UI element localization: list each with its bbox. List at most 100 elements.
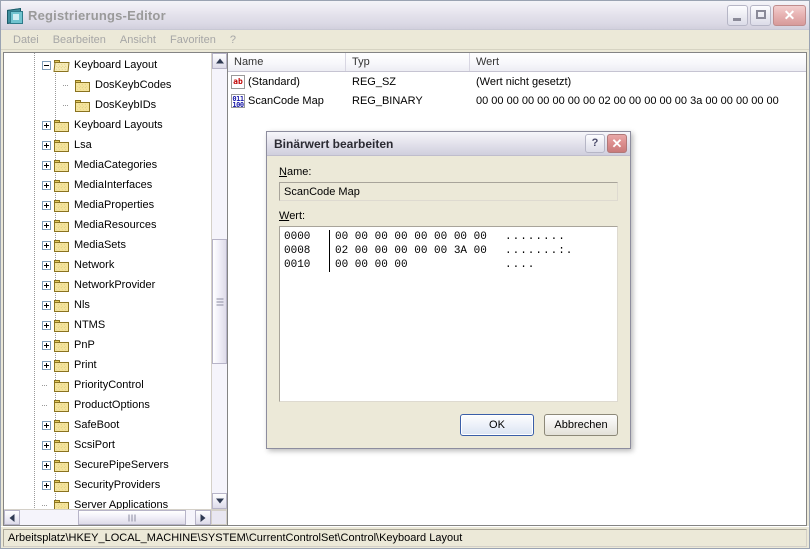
tree-item-label: Keyboard Layout [74,59,158,71]
hex-bytes[interactable]: 02 00 00 00 00 00 3A 00 [335,244,505,258]
expand-icon[interactable] [42,340,51,350]
tree-item[interactable]: NetworkProvider [4,275,211,295]
maximize-button[interactable] [750,4,771,26]
hex-bytes[interactable]: 00 00 00 00 [335,258,505,272]
column-header-typ[interactable]: Typ [346,53,470,71]
folder-icon [75,99,91,112]
tree-item[interactable]: Keyboard Layouts [4,115,211,135]
tree-vertical-scrollbar[interactable] [211,53,227,509]
tree-item-label: SafeBoot [74,419,120,431]
tree-item[interactable]: ProductOptions [4,395,211,415]
tree-item-label: Lsa [74,139,92,151]
tree-scroll-host: Keyboard Layout DosKeybCodes DosKeybIDs Key… [4,53,227,509]
tree-item-label: MediaSets [74,239,126,251]
tree-item[interactable]: MediaResources [4,215,211,235]
tree-connector [42,504,48,506]
menu-item-favoriten[interactable]: Favoriten [163,32,223,48]
tree-item-label: MediaResources [74,219,157,231]
hex-row[interactable]: 0010 00 00 00 00.... [284,258,617,272]
close-button[interactable]: ✕ [773,4,806,26]
tree-item[interactable]: Lsa [4,135,211,155]
name-input[interactable]: ScanCode Map [279,182,618,201]
chevron-down-icon [215,498,224,504]
tree-item[interactable]: Network [4,255,211,275]
expand-icon[interactable] [42,360,51,370]
registry-values-list[interactable]: ab (Standard) REG_SZ (Wert nicht gesetzt) 01… [228,72,806,110]
tree-item[interactable]: DosKeybIDs [4,95,211,115]
tree-item[interactable]: ScsiPort [4,435,211,455]
window-title-bar[interactable]: Registrierungs-Editor ✕ [1,1,809,30]
ok-button[interactable]: OK [460,414,534,436]
tree-item[interactable]: Server Applications [4,495,211,509]
tree-item[interactable]: MediaCategories [4,155,211,175]
tree-item[interactable]: Nls [4,295,211,315]
expand-icon[interactable] [42,260,51,270]
table-row[interactable]: ab (Standard) REG_SZ (Wert nicht gesetzt) [228,72,806,91]
menu-item-bearbeiten[interactable]: Bearbeiten [46,32,113,48]
tree-item[interactable]: SafeBoot [4,415,211,435]
menu-item-datei[interactable]: Datei [6,32,46,48]
tree-item[interactable]: SecurePipeServers [4,455,211,475]
expand-icon[interactable] [42,460,51,470]
tree-horizontal-scrollbar[interactable] [4,509,227,525]
expand-icon[interactable] [42,480,51,490]
list-column-headers: Name Typ Wert [228,53,806,72]
window-title: Registrierungs-Editor [28,7,166,23]
tree-item[interactable]: PriorityControl [4,375,211,395]
expand-icon[interactable] [42,320,51,330]
menu-item-help[interactable]: ? [223,32,243,48]
expand-icon[interactable] [42,120,51,130]
tree-item[interactable]: MediaProperties [4,195,211,215]
hex-editor[interactable]: 0000 00 00 00 00 00 00 00 00........ 0008 0… [279,226,618,402]
expand-icon[interactable] [42,140,51,150]
dialog-title-bar[interactable]: Binärwert bearbeiten ? ✕ [267,132,630,156]
column-header-wert[interactable]: Wert [470,53,806,71]
minimize-button[interactable] [727,4,748,26]
collapse-icon[interactable] [42,60,51,70]
tree-item[interactable]: SecurityProviders [4,475,211,495]
hex-bytes[interactable]: 00 00 00 00 00 00 00 00 [335,230,505,244]
grip-icon [216,298,223,305]
expand-icon[interactable] [42,280,51,290]
hex-offset: 0008 [284,245,311,257]
maximize-icon [756,9,766,19]
tree-item[interactable]: DosKeybCodes [4,75,211,95]
expand-icon[interactable] [42,420,51,430]
tree-vscroll-track[interactable] [212,69,227,493]
tree-hscroll-track[interactable] [20,510,195,525]
expand-icon[interactable] [42,200,51,210]
expand-icon[interactable] [42,240,51,250]
tree-item[interactable]: NTMS [4,315,211,335]
tree-item[interactable]: MediaSets [4,235,211,255]
dialog-help-button[interactable]: ? [585,134,605,153]
registry-tree-pane: Keyboard Layout DosKeybCodes DosKeybIDs Key… [3,52,227,526]
expand-icon[interactable] [42,300,51,310]
hex-row[interactable]: 0008 02 00 00 00 00 00 3A 00.......:. [284,244,617,258]
folder-icon [54,499,70,509]
status-path: Arbeitsplatz\HKEY_LOCAL_MACHINE\SYSTEM\C… [3,528,807,547]
expand-icon[interactable] [42,180,51,190]
expand-icon[interactable] [42,220,51,230]
folder-icon [75,79,91,92]
dialog-close-button[interactable]: ✕ [607,134,627,153]
expand-icon[interactable] [42,160,51,170]
expand-icon[interactable] [42,440,51,450]
scroll-up-button[interactable] [212,53,227,69]
hex-ascii: ........ [505,231,566,243]
tree-item[interactable]: Print [4,355,211,375]
folder-icon [54,399,70,412]
table-row[interactable]: 011 100 ScanCode Map REG_BINARY 00 00 00 00 … [228,91,806,110]
scroll-left-button[interactable] [4,510,20,525]
tree-item[interactable]: Keyboard Layout [4,55,211,75]
hex-row[interactable]: 0000 00 00 00 00 00 00 00 00........ [284,230,617,272]
scroll-right-button[interactable] [195,510,211,525]
cancel-button[interactable]: Abbrechen [544,414,618,436]
scroll-down-button[interactable] [212,493,227,509]
column-header-name[interactable]: Name [228,53,346,71]
tree-vscroll-thumb[interactable] [212,239,227,364]
registry-tree[interactable]: Keyboard Layout DosKeybCodes DosKeybIDs Key… [4,53,211,509]
tree-item[interactable]: PnP [4,335,211,355]
menu-item-ansicht[interactable]: Ansicht [113,32,163,48]
tree-item[interactable]: MediaInterfaces [4,175,211,195]
tree-hscroll-thumb[interactable] [78,510,186,525]
